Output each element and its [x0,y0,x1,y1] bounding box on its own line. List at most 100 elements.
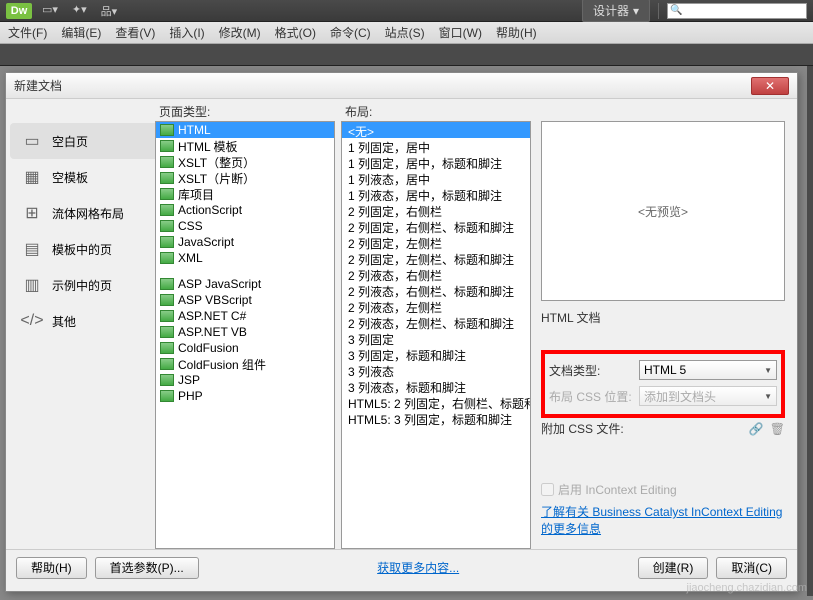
page-type-item[interactable]: XSLT（片断） [156,170,334,186]
workspace-label: 设计器 [593,2,629,19]
category-label: 空白页 [52,133,88,150]
category-fluid-grid[interactable]: ⊞ 流体网格布局 [10,195,155,231]
page-type-item[interactable]: ASP JavaScript [156,276,334,292]
template-icon: ▦ [20,167,44,187]
page-type-list[interactable]: HTMLHTML 模板XSLT（整页）XSLT（片断）库项目ActionScri… [155,121,335,549]
page-type-label: ASP VBScript [178,293,252,307]
layout-item[interactable]: <无> [342,122,530,138]
highlighted-options: 文档类型: HTML 5 ▼ 布局 CSS 位置: 添加到文档头 ▼ [541,350,785,418]
search-input[interactable]: 🔍 [667,3,807,19]
layout-item[interactable]: HTML5: 2 列固定，右侧栏、标题和脚 [342,394,530,410]
layout-item[interactable]: 2 列固定，左侧栏、标题和脚注 [342,250,530,266]
layout-item[interactable]: 2 列液态，右侧栏 [342,266,530,282]
incontext-checkbox [541,483,554,496]
menu-file[interactable]: 文件(F) [8,24,47,41]
page-type-label: ActionScript [178,203,242,217]
menu-edit[interactable]: 编辑(E) [61,24,101,41]
trash-icon[interactable]: 🗑 [770,422,785,436]
chevron-down-icon: ▼ [764,392,772,401]
chevron-down-icon: ▼ [764,366,772,375]
file-type-icon [160,140,174,152]
layout-item[interactable]: 2 列固定，右侧栏 [342,202,530,218]
extend-icon[interactable]: ✦▾ [72,3,87,19]
category-blank-page[interactable]: ▭ 空白页 [10,123,155,159]
page-icon: ▭ [20,131,44,151]
menu-view[interactable]: 查看(V) [115,24,155,41]
file-type-icon [160,172,174,184]
file-type-icon [160,310,174,322]
layout-item[interactable]: HTML5: 3 列固定，标题和脚注 [342,410,530,426]
get-more-link[interactable]: 获取更多内容... [377,559,459,576]
page-type-item[interactable]: XSLT（整页） [156,154,334,170]
layout-item[interactable]: 1 列固定，居中 [342,138,530,154]
page-type-item[interactable]: 库项目 [156,186,334,202]
file-type-icon [160,358,174,370]
layout-item[interactable]: 2 列液态，左侧栏、标题和脚注 [342,314,530,330]
layout-item[interactable]: 2 列液态，左侧栏 [342,298,530,314]
layout-item[interactable]: 3 列液态，标题和脚注 [342,378,530,394]
page-type-item[interactable]: PHP [156,388,334,404]
page-type-label: ASP JavaScript [178,277,261,291]
header-tool-icons: ▭▾ ✦▾ 品▾ [42,3,117,19]
create-button[interactable]: 创建(R) [638,557,709,579]
page-type-item[interactable]: ColdFusion [156,340,334,356]
page-type-item[interactable]: ASP.NET VB [156,324,334,340]
layout-item[interactable]: 1 列液态，居中，标题和脚注 [342,186,530,202]
preferences-button[interactable]: 首选参数(P)... [95,557,199,579]
app-logo: Dw [6,3,32,19]
layout-item[interactable]: 1 列固定，居中，标题和脚注 [342,154,530,170]
page-type-item[interactable]: HTML 模板 [156,138,334,154]
menu-insert[interactable]: 插入(I) [169,24,204,41]
menu-help[interactable]: 帮助(H) [496,24,537,41]
page-type-item[interactable]: ActionScript [156,202,334,218]
help-button[interactable]: 帮助(H) [16,557,87,579]
grid-icon: ⊞ [20,203,44,223]
menu-modify[interactable]: 修改(M) [219,24,261,41]
layout-item[interactable]: 3 列固定，标题和脚注 [342,346,530,362]
page-type-item[interactable]: JSP [156,372,334,388]
layout-item[interactable]: 3 列固定 [342,330,530,346]
doctype-label: 文档类型: [549,362,635,379]
page-type-label: HTML 模板 [178,138,238,155]
workspace-switcher[interactable]: 设计器 ▾ [582,0,650,22]
page-type-label: ColdFusion 组件 [178,356,266,373]
file-type-icon [160,188,174,200]
page-type-item[interactable]: ASP.NET C# [156,308,334,324]
category-label: 模板中的页 [52,241,112,258]
dialog-titlebar: 新建文档 ✕ [6,73,797,99]
app-header: Dw ▭▾ ✦▾ 品▾ 设计器 ▾ 🔍 [0,0,813,22]
layout-icon[interactable]: ▭▾ [42,3,58,19]
cancel-button[interactable]: 取消(C) [716,557,787,579]
layout-item[interactable]: 2 列固定，右侧栏、标题和脚注 [342,218,530,234]
category-blank-template[interactable]: ▦ 空模板 [10,159,155,195]
menu-site[interactable]: 站点(S) [385,24,425,41]
incontext-label: 启用 InContext Editing [558,481,677,498]
layout-list[interactable]: <无>1 列固定，居中1 列固定，居中，标题和脚注1 列液态，居中1 列液态，居… [341,121,531,549]
toolbar-strip [0,44,813,66]
category-other[interactable]: </> 其他 [10,303,155,339]
menu-commands[interactable]: 命令(C) [330,24,371,41]
close-button[interactable]: ✕ [751,77,789,95]
layout-item[interactable]: 2 列固定，左侧栏 [342,234,530,250]
page-type-label: CSS [178,219,203,233]
learn-more-link[interactable]: 了解有关 Business Catalyst InContext Editing… [541,504,785,538]
link-icon[interactable]: 🔗 [749,422,764,436]
page-type-item[interactable]: XML [156,250,334,266]
file-type-icon [160,156,174,168]
layout-item[interactable]: 2 列液态，右侧栏、标题和脚注 [342,282,530,298]
layout-item[interactable]: 1 列液态，居中 [342,170,530,186]
menu-window[interactable]: 窗口(W) [439,24,482,41]
page-type-item[interactable]: JavaScript [156,234,334,250]
layout-header: 布局: [341,99,531,121]
file-type-icon [160,124,174,136]
page-type-item[interactable]: HTML [156,122,334,138]
category-from-sample[interactable]: ▥ 示例中的页 [10,267,155,303]
page-type-item[interactable]: CSS [156,218,334,234]
layout-item[interactable]: 3 列液态 [342,362,530,378]
category-from-template[interactable]: ▤ 模板中的页 [10,231,155,267]
page-type-item[interactable]: ASP VBScript [156,292,334,308]
menu-format[interactable]: 格式(O) [275,24,316,41]
page-type-item[interactable]: ColdFusion 组件 [156,356,334,372]
doctype-select[interactable]: HTML 5 ▼ [639,360,777,380]
site-icon[interactable]: 品▾ [101,3,118,19]
